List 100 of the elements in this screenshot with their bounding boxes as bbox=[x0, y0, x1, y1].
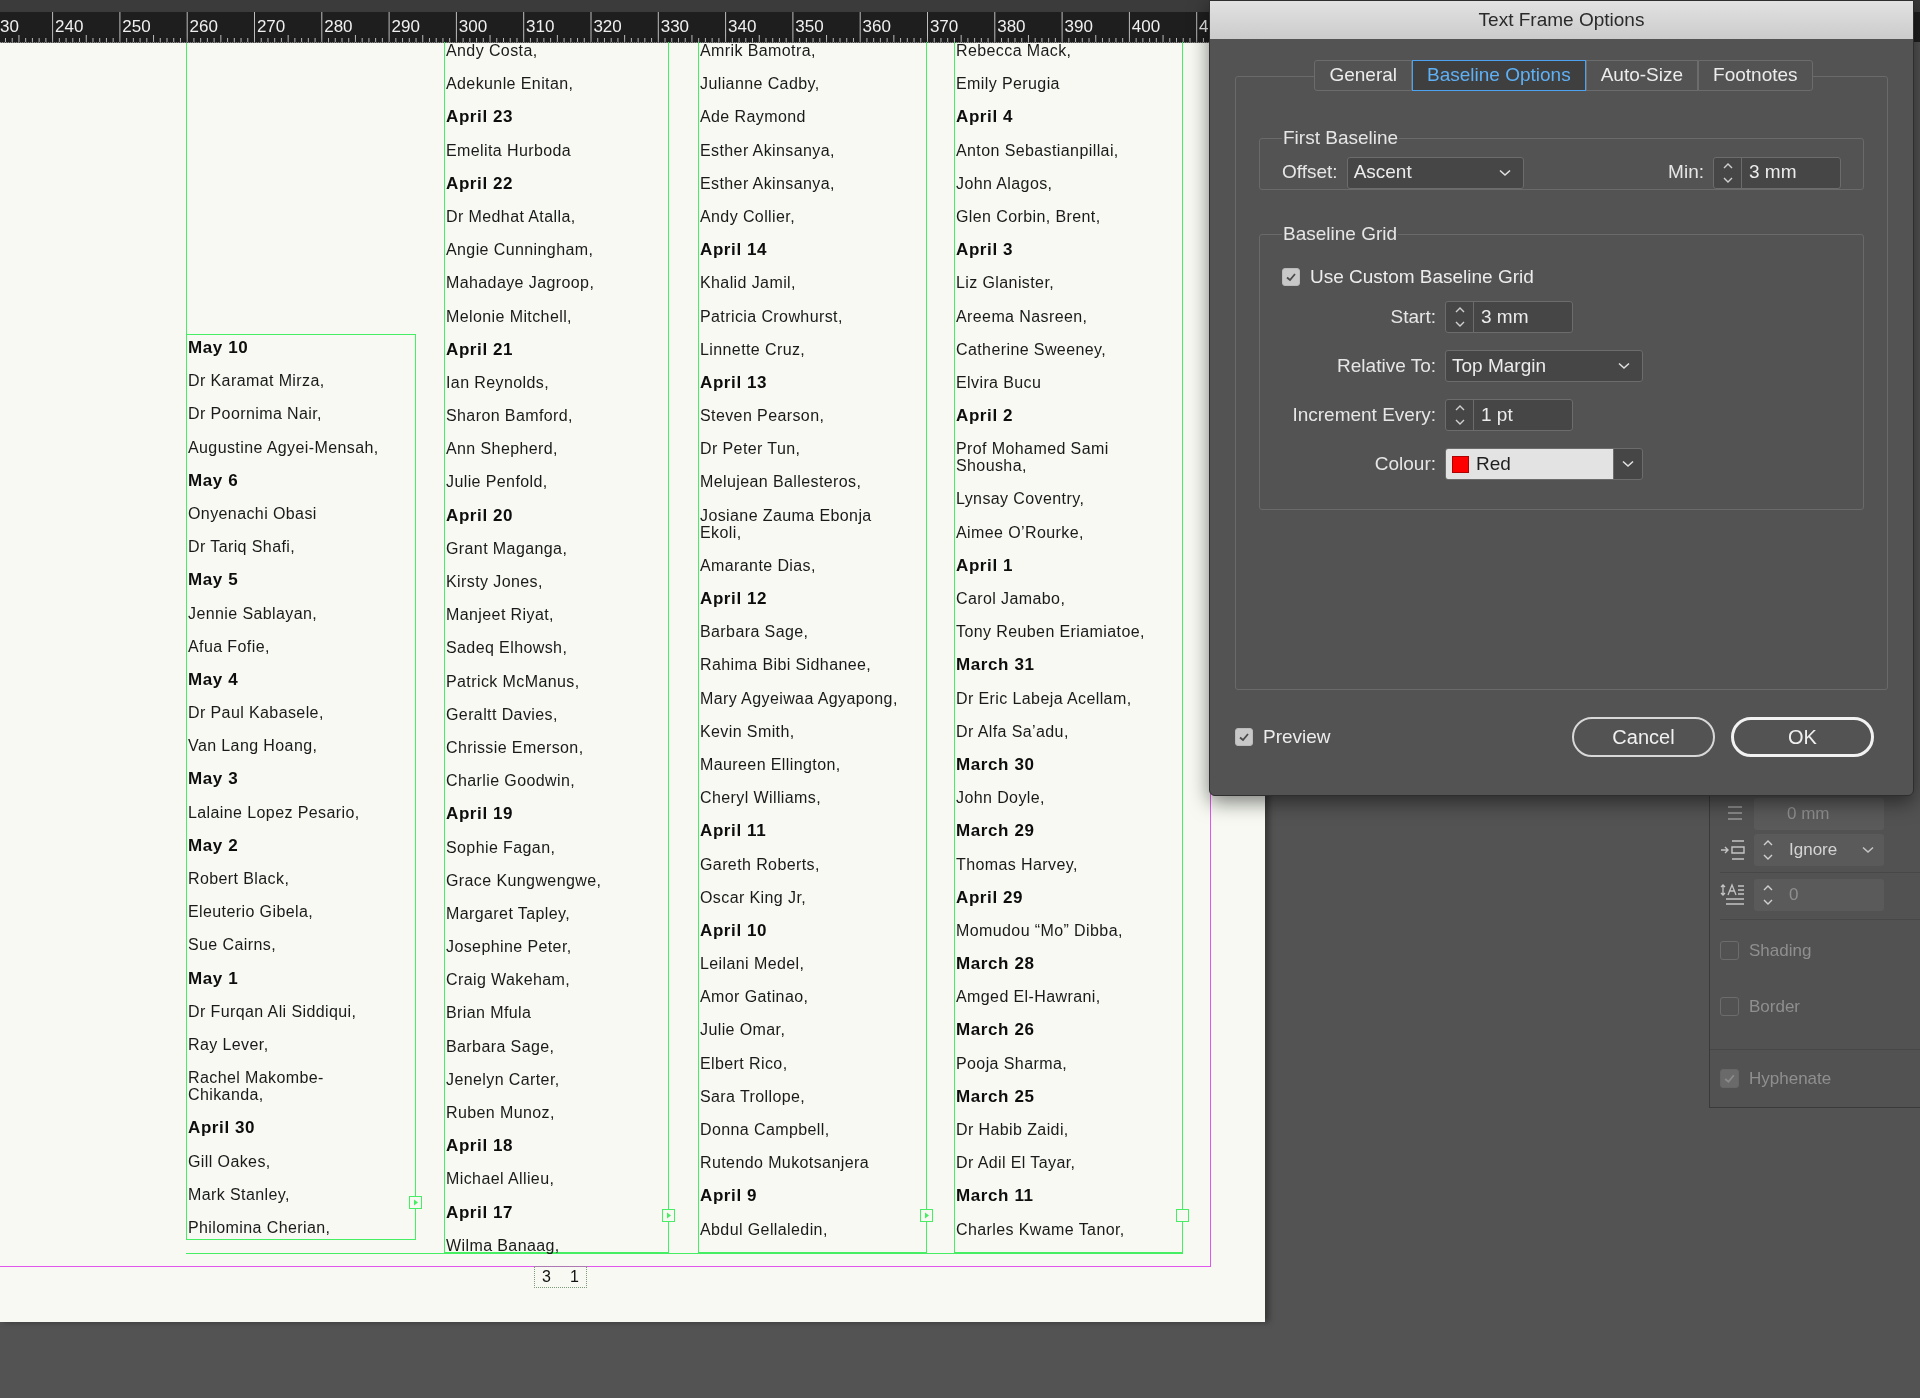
name-entry: Elvira Bucu bbox=[956, 373, 1042, 391]
name-entry: Prof Mohamed Sami Shousha, bbox=[956, 440, 1109, 475]
name-entry: Barbara Sage, bbox=[446, 1037, 555, 1055]
group-heading: Baseline Grid bbox=[1282, 222, 1399, 246]
field-label: Min: bbox=[1668, 160, 1704, 185]
ruler-label: 270 bbox=[256, 18, 286, 36]
name-entry: Mary Agyeiwaa Agyapong, bbox=[700, 689, 898, 707]
checkbox[interactable] bbox=[1720, 996, 1739, 1016]
name-entry: Charlie Goodwin, bbox=[446, 772, 576, 790]
chevron-down-icon bbox=[1618, 362, 1630, 370]
name-entry: Chrissie Emerson, bbox=[446, 738, 584, 756]
name-entry: Esther Akinsanya, bbox=[700, 174, 835, 192]
page-number: 1 bbox=[569, 1267, 579, 1287]
checkbox[interactable] bbox=[1720, 1069, 1739, 1089]
date-heading: April 18 bbox=[446, 1137, 514, 1155]
name-entry: Dr Tariq Shafi, bbox=[188, 538, 296, 556]
spinner-field[interactable]: 1 pt bbox=[1445, 399, 1573, 431]
checkbox-label[interactable]: Use Custom Baseline Grid bbox=[1310, 262, 1534, 291]
date-heading: April 12 bbox=[700, 590, 768, 607]
name-entry: Dr Alfa Sa’adu, bbox=[956, 722, 1069, 740]
colour-dropdown[interactable]: Red bbox=[1445, 448, 1643, 480]
name-entry: Ruben Munoz, bbox=[446, 1104, 555, 1121]
name-entry: Linnette Cruz, bbox=[700, 340, 806, 358]
name-entry: Andy Costa, bbox=[446, 42, 538, 59]
name-entry: Leilani Medel, bbox=[700, 955, 805, 973]
date-heading: April 17 bbox=[446, 1203, 514, 1221]
colour-swatch bbox=[1452, 455, 1469, 473]
name-entry: Cheryl Williams, bbox=[700, 789, 822, 807]
name-entry: Dr Medhat Atalla, bbox=[446, 207, 576, 225]
tab[interactable]: Auto-Size bbox=[1585, 60, 1699, 91]
name-entry: Thomas Harvey, bbox=[956, 855, 1078, 873]
ruler-label: 4 bbox=[1199, 18, 1209, 36]
name-entry: Patrick McManus, bbox=[446, 672, 580, 690]
date-heading: March 29 bbox=[956, 822, 1035, 840]
tab[interactable]: General bbox=[1314, 60, 1413, 91]
name-entry: Robert Black, bbox=[188, 870, 290, 887]
checkbox[interactable] bbox=[1282, 267, 1300, 286]
name-entry: Amged El-Hawrani, bbox=[956, 988, 1101, 1006]
dropdown[interactable]: Ascent bbox=[1346, 156, 1524, 189]
name-entry: Dr Paul Kabasele, bbox=[188, 704, 324, 722]
page-number: 3 bbox=[542, 1267, 551, 1287]
date-heading: May 2 bbox=[188, 836, 239, 854]
name-entry: Donna Campbell, bbox=[700, 1121, 830, 1138]
ruler-label: 350 bbox=[795, 18, 824, 36]
name-entry: Gill Oakes, bbox=[188, 1152, 271, 1170]
date-heading: April 3 bbox=[956, 241, 1014, 259]
name-entry: Rebecca Mack, bbox=[956, 42, 1072, 59]
name-entry: Dr Furqan Ali Siddiqui, bbox=[188, 1002, 357, 1020]
date-heading: March 26 bbox=[956, 1021, 1035, 1039]
group-heading: First Baseline bbox=[1282, 126, 1400, 150]
name-entry: Manjeet Riyat, bbox=[446, 606, 554, 624]
name-entry: Onyenachi Obasi bbox=[188, 504, 317, 522]
ruler-label: 320 bbox=[593, 18, 622, 36]
name-entry: Rutendo Mukotsanjera bbox=[700, 1154, 869, 1172]
name-entry: Melonie Mitchell, bbox=[446, 307, 572, 325]
name-entry: Charles Kwame Tanor, bbox=[956, 1220, 1125, 1238]
checkbox[interactable] bbox=[1720, 941, 1739, 961]
name-entry: Ann Shepherd, bbox=[446, 440, 558, 458]
date-heading: April 2 bbox=[956, 407, 1014, 425]
tab[interactable]: Footnotes bbox=[1698, 60, 1813, 91]
stepper-arrows-icon[interactable] bbox=[1453, 306, 1466, 328]
name-entry: Dr Adil El Tayar, bbox=[956, 1154, 1076, 1172]
date-heading: May 10 bbox=[188, 339, 249, 356]
date-heading: May 1 bbox=[188, 969, 239, 987]
name-entry: Patricia Crowhurst, bbox=[700, 307, 843, 325]
name-entry: Grant Maganga, bbox=[446, 539, 568, 557]
ruler-label: 330 bbox=[660, 18, 690, 36]
name-entry: Geraltt Davies, bbox=[446, 705, 558, 723]
cancel-button[interactable]: Cancel bbox=[1572, 717, 1715, 757]
checkbox-label: Shading bbox=[1749, 940, 1812, 962]
window-title: Text Frame Options bbox=[1478, 7, 1645, 32]
name-entry: Augustine Agyei-Mensah, bbox=[188, 438, 379, 456]
name-entry: Michael Allieu, bbox=[446, 1170, 555, 1188]
stepper-arrows-icon[interactable] bbox=[1721, 161, 1734, 184]
ruler-label: 390 bbox=[1064, 18, 1093, 36]
name-entry: Sadeq Elhowsh, bbox=[446, 639, 568, 657]
stepper-arrows-icon[interactable] bbox=[1453, 404, 1466, 426]
tab[interactable]: Baseline Options bbox=[1412, 60, 1586, 91]
ruler-label: 310 bbox=[526, 18, 555, 36]
dropdown[interactable]: Top Margin bbox=[1445, 350, 1643, 382]
date-heading: May 6 bbox=[188, 471, 239, 489]
spinner-field[interactable]: 3 mm bbox=[1713, 156, 1841, 189]
date-heading: April 22 bbox=[446, 174, 514, 192]
name-entry: Julie Omar, bbox=[700, 1021, 786, 1039]
name-entry: Liz Glanister, bbox=[956, 274, 1055, 292]
date-heading: April 14 bbox=[700, 241, 768, 259]
name-entry: Jenelyn Carter, bbox=[446, 1070, 560, 1088]
name-entry: Ade Raymond bbox=[700, 108, 806, 126]
checkbox-label[interactable]: Preview bbox=[1263, 722, 1331, 752]
stepper-arrows-icon[interactable] bbox=[1762, 839, 1774, 861]
spinner-field[interactable]: 3 mm bbox=[1445, 301, 1573, 333]
checkbox[interactable] bbox=[1235, 728, 1253, 746]
field-label: Relative To: bbox=[1337, 353, 1436, 378]
stepper-arrows-icon[interactable] bbox=[1762, 884, 1774, 906]
name-entry: Aimee O’Rourke, bbox=[956, 523, 1084, 541]
name-entry: Brian Mfula bbox=[446, 1004, 532, 1022]
ok-button[interactable]: OK bbox=[1731, 717, 1874, 757]
ruler-label: 300 bbox=[458, 18, 488, 36]
name-entry: Dr Karamat Mirza, bbox=[188, 372, 325, 390]
name-entry: Margaret Tapley, bbox=[446, 904, 571, 922]
